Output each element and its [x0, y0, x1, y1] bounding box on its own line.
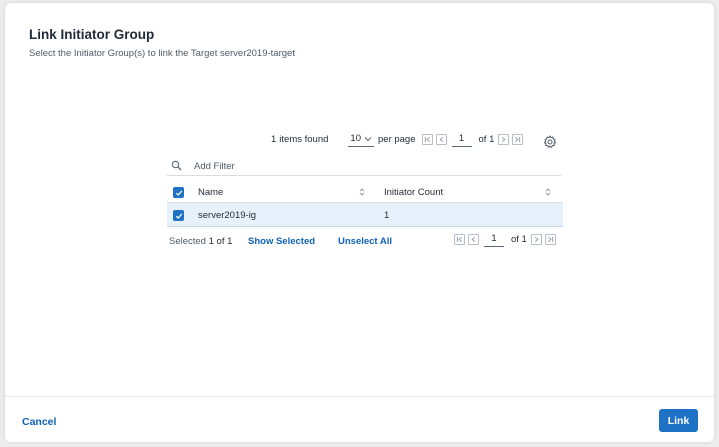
- table-row[interactable]: server2019-ig 1: [167, 203, 563, 227]
- next-page-button[interactable]: [530, 233, 542, 245]
- selected-value: 1 of 1: [208, 236, 233, 247]
- gear-icon: [543, 135, 557, 148]
- add-filter-input[interactable]: [194, 159, 494, 173]
- cell-initiator-count: 1: [384, 210, 390, 221]
- initiator-group-table: Name Initiator Count server2019-ig 1: [167, 181, 563, 227]
- sort-name-icon[interactable]: [359, 187, 365, 197]
- per-page-select[interactable]: 10: [348, 131, 374, 147]
- column-header-name[interactable]: Name: [198, 187, 223, 198]
- link-button[interactable]: Link: [659, 409, 698, 432]
- items-count: 1: [271, 133, 277, 145]
- page-number-input[interactable]: [451, 131, 472, 147]
- chevron-down-icon: [364, 136, 372, 141]
- last-page-icon: [515, 136, 521, 142]
- table-settings-button[interactable]: [543, 135, 557, 149]
- chevron-left-icon: [439, 136, 443, 142]
- per-page-label: per page: [378, 133, 416, 145]
- first-page-icon: [424, 136, 430, 142]
- last-page-icon: [547, 236, 553, 242]
- dialog-subtitle: Select the Initiator Group(s) to link th…: [29, 48, 295, 59]
- pager-bottom: of 1: [454, 231, 559, 247]
- per-page-value: 10: [350, 133, 361, 144]
- items-found-label: items found: [279, 133, 329, 145]
- link-initiator-group-dialog: Link Initiator Group Select the Initiato…: [5, 3, 714, 442]
- first-page-button[interactable]: [421, 133, 433, 145]
- row-checkbox[interactable]: [173, 210, 184, 221]
- first-page-icon: [456, 236, 462, 242]
- checkmark-icon: [175, 189, 182, 196]
- select-all-checkbox[interactable]: [173, 187, 184, 198]
- last-page-button[interactable]: [544, 233, 556, 245]
- dialog-footer: Cancel Link: [5, 396, 714, 442]
- dialog-title: Link Initiator Group: [29, 27, 155, 42]
- selected-label: Selected: [169, 236, 206, 247]
- prev-page-button[interactable]: [435, 133, 447, 145]
- search-icon: [171, 160, 182, 171]
- show-selected-button[interactable]: Show Selected: [248, 236, 315, 247]
- checkmark-icon: [175, 212, 182, 219]
- prev-page-button[interactable]: [468, 233, 479, 245]
- page-number-input[interactable]: [484, 231, 504, 247]
- chevron-left-icon: [471, 236, 476, 242]
- cancel-button[interactable]: Cancel: [22, 416, 56, 428]
- sort-initiator-count-icon[interactable]: [545, 187, 551, 197]
- selection-summary: Selected 1 of 1: [169, 236, 232, 247]
- first-page-button[interactable]: [454, 233, 465, 245]
- unselect-all-button[interactable]: Unselect All: [338, 236, 392, 247]
- chevron-right-icon: [534, 236, 539, 242]
- table-header: Name Initiator Count: [167, 181, 563, 203]
- next-page-button[interactable]: [498, 133, 510, 145]
- column-header-initiator-count[interactable]: Initiator Count: [384, 187, 443, 198]
- pager-top: 1 items found 10 per page of 1: [271, 131, 526, 147]
- last-page-button[interactable]: [512, 133, 524, 145]
- page-of-label: of 1: [478, 133, 495, 145]
- page-of-label: of 1: [511, 233, 527, 245]
- cell-name: server2019-ig: [198, 210, 257, 221]
- filter-bar: [167, 156, 561, 176]
- chevron-right-icon: [502, 136, 506, 142]
